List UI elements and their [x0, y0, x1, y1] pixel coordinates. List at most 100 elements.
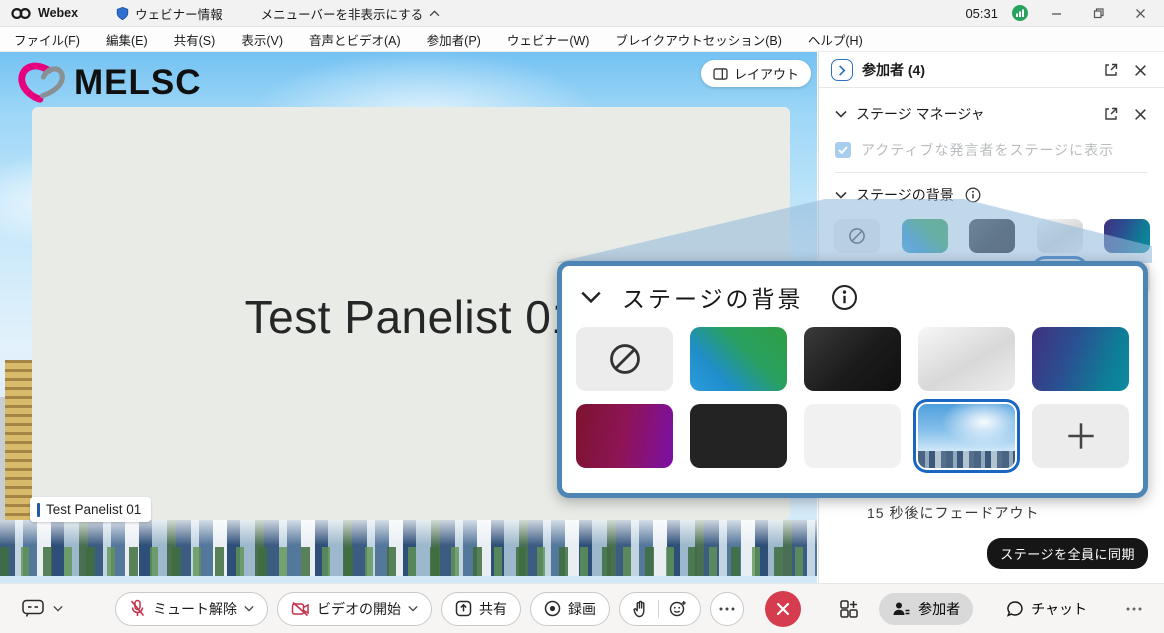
record-icon [544, 600, 561, 617]
melsc-heart-icon [14, 60, 66, 106]
meeting-toolbar: ミュート解除 ビデオの開始 共有 録画 [0, 583, 1164, 633]
unmute-label: ミュート解除 [153, 599, 237, 619]
video-off-icon [291, 601, 310, 617]
menu-edit[interactable]: 編集(E) [106, 30, 148, 49]
sync-stage-button[interactable]: ステージを全員に同期 [987, 538, 1148, 569]
start-video-button[interactable]: ビデオの開始 [277, 592, 432, 626]
leave-x-icon [776, 602, 790, 616]
city-building-decor [5, 360, 32, 525]
menu-share[interactable]: 共有(S) [174, 30, 216, 49]
menu-help[interactable]: ヘルプ(H) [808, 30, 863, 49]
menu-audio-video[interactable]: 音声とビデオ(A) [309, 30, 401, 49]
start-video-label: ビデオの開始 [317, 599, 401, 619]
webex-window: Webex ウェビナー情報 メニューバーを非表示にする 05:31 ファイル(F… [0, 0, 1164, 633]
participants-toggle-button[interactable]: 参加者 [879, 593, 973, 625]
captions-control[interactable] [22, 599, 63, 618]
fadeout-note: 15 秒後にフェードアウト [867, 503, 1039, 523]
share-label: 共有 [479, 599, 507, 619]
popout-panel-icon[interactable] [1101, 60, 1121, 80]
leave-meeting-button[interactable] [765, 591, 801, 627]
chat-toggle-label: チャット [1031, 599, 1087, 619]
melsc-logo: MELSC [14, 60, 202, 106]
background-swatch-black[interactable] [690, 404, 787, 468]
webinar-info-button[interactable]: ウェビナー情報 [116, 4, 223, 23]
menu-webinar[interactable]: ウェビナー(W) [507, 30, 590, 49]
titlebar-right: 05:31 [965, 3, 1154, 23]
more-panels-icon[interactable] [1126, 607, 1142, 611]
close-stage-manager-icon[interactable] [1130, 104, 1150, 124]
shield-icon [116, 6, 129, 21]
menu-breakout[interactable]: ブレイクアウトセッション(B) [615, 30, 781, 49]
background-swatch-silver-wave[interactable] [918, 327, 1015, 391]
stage-manager-title: ステージ マネージャ [856, 104, 985, 124]
background-swatch-no-background[interactable] [576, 327, 673, 391]
apps-icon[interactable] [839, 599, 859, 619]
name-badge-accent-bar [37, 503, 40, 517]
layout-grid-icon [713, 68, 728, 80]
call-controls: ミュート解除 ビデオの開始 共有 録画 [115, 591, 801, 627]
clock-text: 05:31 [965, 6, 998, 21]
chevron-down-icon[interactable] [835, 110, 847, 118]
popout-stage-manager-icon[interactable] [1101, 104, 1121, 124]
titlebar: Webex ウェビナー情報 メニューバーを非表示にする 05:31 [0, 0, 1164, 27]
chat-bubble-icon [1006, 600, 1024, 618]
connection-status-icon [1012, 5, 1028, 21]
webex-logo-icon [10, 7, 32, 20]
unmute-button[interactable]: ミュート解除 [115, 592, 268, 626]
chevron-down-icon[interactable] [244, 605, 254, 612]
popup-header: ステージの背景 [576, 274, 1129, 316]
chevron-down-icon [53, 605, 63, 612]
background-swatch-green-blue[interactable] [690, 327, 787, 391]
expand-panel-button[interactable] [831, 59, 853, 81]
layout-button-label: レイアウト [734, 64, 799, 83]
background-swatch-crimson-purple[interactable] [576, 404, 673, 468]
menu-participants[interactable]: 参加者(P) [427, 30, 481, 49]
speaker-name-badge: Test Panelist 01 [30, 497, 151, 522]
chevron-down-icon[interactable] [580, 290, 602, 304]
chevron-right-icon [838, 65, 846, 76]
stage-manager-header: ステージ マネージャ [819, 88, 1164, 130]
webinar-info-label: ウェビナー情報 [135, 4, 223, 23]
participants-panel-header: 参加者 (4) [819, 52, 1164, 87]
active-speaker-checkbox-label: アクティブな発言者をステージに表示 [861, 140, 1114, 160]
hide-menubar-button[interactable]: メニューバーを非表示にする [261, 4, 441, 23]
minimize-button[interactable] [1042, 3, 1070, 23]
restore-button[interactable] [1084, 3, 1112, 23]
participants-icon [892, 601, 911, 617]
chevron-down-icon[interactable] [408, 605, 418, 612]
close-window-button[interactable] [1126, 3, 1154, 23]
background-swatch-add-background[interactable] [1032, 404, 1129, 468]
share-button[interactable]: 共有 [441, 592, 521, 626]
more-options-button[interactable] [710, 592, 744, 626]
menubar: ファイル(F) 編集(E) 共有(S) 表示(V) 音声とビデオ(A) 参加者(… [0, 27, 1164, 52]
menu-view[interactable]: 表示(V) [241, 30, 283, 49]
webex-brand: Webex [10, 6, 78, 20]
city-skyline-decor [0, 520, 817, 576]
hide-menubar-label: メニューバーを非表示にする [261, 4, 424, 23]
raise-hand-icon[interactable] [633, 600, 648, 618]
chat-toggle-button[interactable]: チャット [993, 593, 1100, 625]
layout-button[interactable]: レイアウト [701, 60, 811, 87]
divider [658, 600, 659, 618]
background-swatch-white[interactable] [804, 404, 901, 468]
popup-title: ステージの背景 [622, 280, 804, 314]
chevron-down-icon[interactable] [835, 191, 847, 199]
background-swatch-indigo-teal[interactable] [1032, 327, 1129, 391]
share-screen-icon [455, 600, 472, 617]
stage-background-popup: ステージの背景 [557, 261, 1148, 498]
participants-toggle-label: 参加者 [918, 599, 960, 619]
menu-file[interactable]: ファイル(F) [14, 30, 80, 49]
record-button[interactable]: 録画 [530, 592, 610, 626]
info-icon[interactable] [830, 282, 860, 312]
melsc-brand-text: MELSC [74, 63, 202, 103]
emoji-reaction-icon[interactable] [669, 600, 687, 618]
ellipsis-icon [719, 607, 735, 611]
close-panel-icon[interactable] [1130, 60, 1150, 80]
background-swatch-grid [576, 327, 1129, 468]
active-speaker-checkbox-row[interactable]: アクティブな発言者をステージに表示 [819, 130, 1164, 162]
active-speaker-checkbox[interactable] [835, 142, 851, 158]
participants-panel-title: 参加者 (4) [862, 60, 925, 80]
background-swatch-city-skyline[interactable] [918, 404, 1015, 468]
background-swatch-dark-wave[interactable] [804, 327, 901, 391]
webex-brand-label: Webex [38, 6, 78, 20]
